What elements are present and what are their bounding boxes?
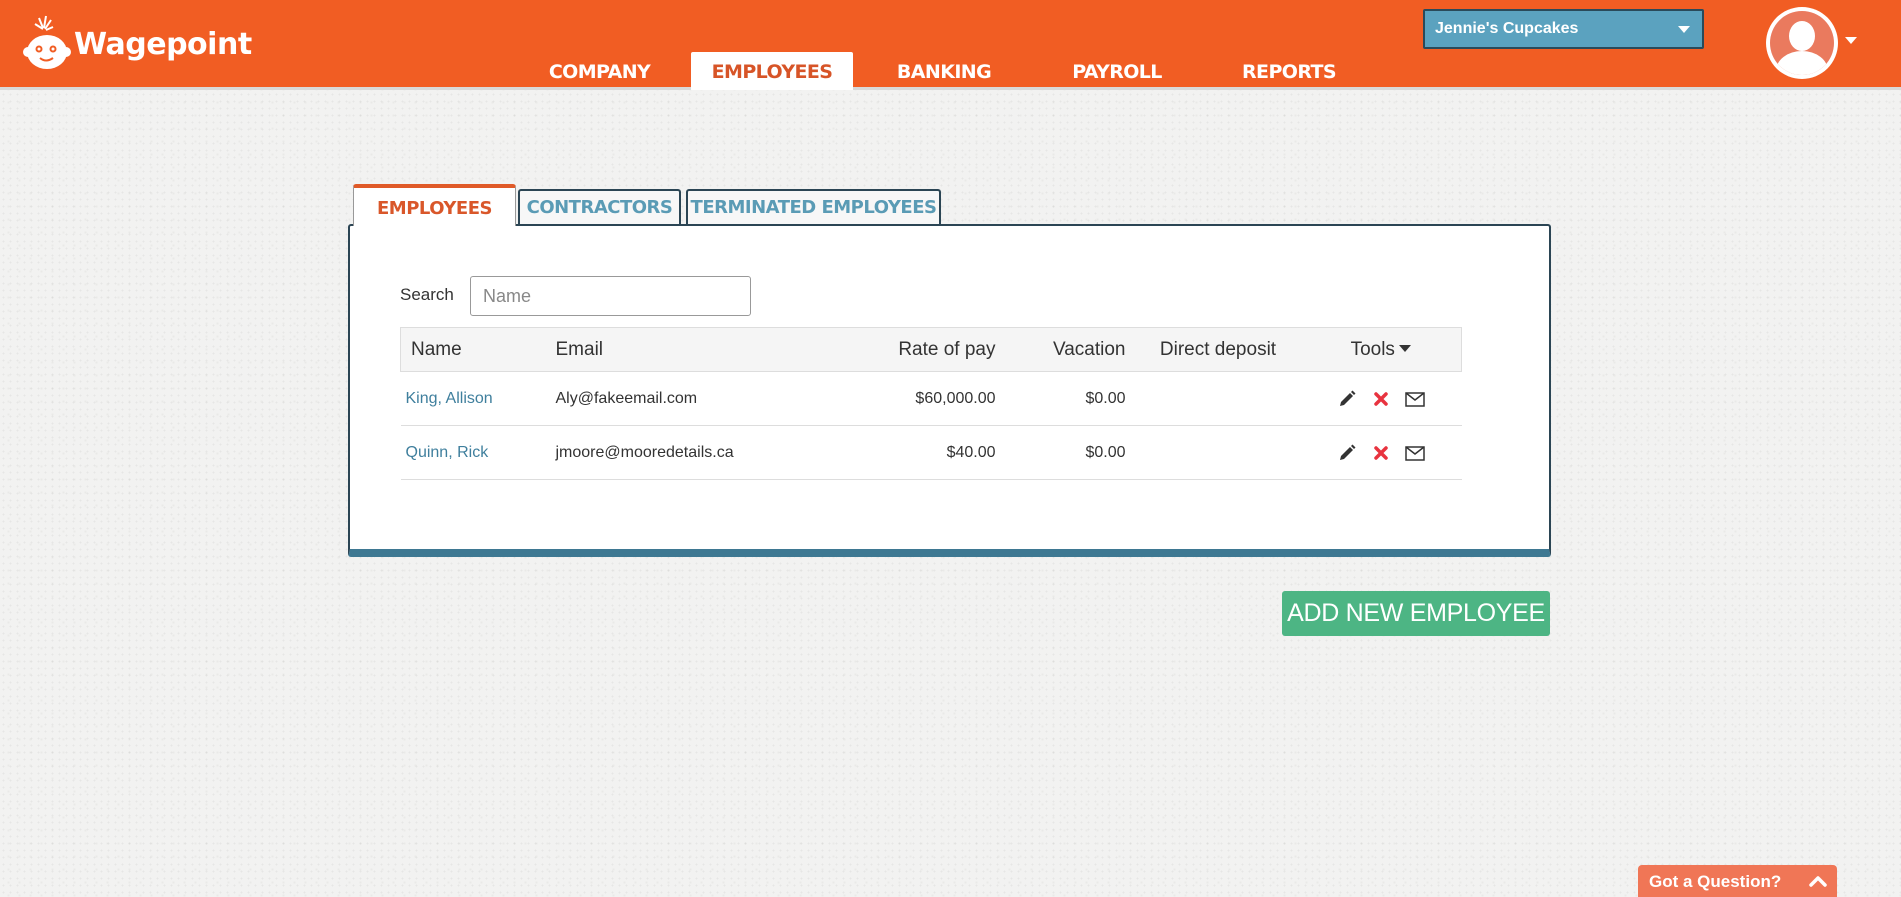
column-header-tools: Tools — [1350, 338, 1395, 360]
employees-panel: Search Name Email Rate of pay Vacation D… — [348, 224, 1551, 557]
logo-mascot-icon — [22, 14, 72, 70]
caret-down-icon — [1398, 344, 1411, 352]
table-row: Quinn, Rick jmoore@mooredetails.ca $40.0… — [400, 425, 1462, 480]
help-widget[interactable]: Got a Question? — [1638, 865, 1837, 897]
nav-banking[interactable]: BANKING — [878, 52, 1010, 90]
company-selector-value: Jennie's Cupcakes — [1435, 20, 1579, 37]
table-header-row: Name Email Rate of pay Vacation Direct d… — [400, 327, 1462, 372]
user-avatar[interactable] — [1766, 7, 1838, 79]
table-row: King, Allison Aly@fakeemail.com $60,000.… — [400, 371, 1462, 426]
nav-payroll[interactable]: PAYROLL — [1058, 52, 1176, 90]
user-menu-caret-icon[interactable] — [1845, 37, 1857, 44]
brand-name: Wagepoint — [74, 27, 252, 62]
column-header-vacation[interactable]: Vacation — [1005, 327, 1136, 372]
tools-menu[interactable]: Tools — [1300, 327, 1462, 372]
search-label: Search — [400, 285, 454, 304]
user-placeholder-icon — [1770, 11, 1834, 75]
top-navigation-bar: Wagepoint COMPANY EMPLOYEES BANKING PAYR… — [0, 0, 1901, 90]
add-new-employee-button[interactable]: ADD NEW EMPLOYEE — [1282, 591, 1550, 636]
pencil-icon[interactable] — [1336, 443, 1358, 463]
column-header-name[interactable]: Name — [400, 327, 546, 372]
chevron-up-icon — [1809, 876, 1827, 887]
employee-name-link[interactable]: King, Allison — [406, 390, 493, 407]
employees-table: Name Email Rate of pay Vacation Direct d… — [400, 327, 1462, 480]
employee-email: Aly@fakeemail.com — [545, 371, 846, 426]
employee-name-link[interactable]: Quinn, Rick — [406, 444, 489, 461]
delete-x-icon[interactable] — [1370, 443, 1392, 463]
employee-direct-deposit — [1135, 371, 1301, 426]
employee-direct-deposit — [1135, 425, 1301, 480]
employee-rate: $60,000.00 — [845, 371, 1006, 426]
employee-rate: $40.00 — [845, 425, 1006, 480]
search-input[interactable] — [470, 276, 751, 316]
column-header-rate[interactable]: Rate of pay — [845, 327, 1006, 372]
help-widget-label: Got a Question? — [1649, 872, 1782, 891]
column-header-email[interactable]: Email — [545, 327, 846, 372]
tab-employees[interactable]: EMPLOYEES — [353, 184, 516, 226]
envelope-icon[interactable] — [1404, 443, 1426, 463]
delete-x-icon[interactable] — [1370, 389, 1392, 409]
column-header-direct-deposit[interactable]: Direct deposit — [1135, 327, 1301, 372]
employee-vacation: $0.00 — [1005, 425, 1136, 480]
chevron-down-icon — [1678, 26, 1690, 33]
tab-contractors[interactable]: CONTRACTORS — [518, 189, 681, 225]
nav-reports[interactable]: REPORTS — [1228, 52, 1350, 90]
pencil-icon[interactable] — [1336, 389, 1358, 409]
nav-company[interactable]: COMPANY — [528, 52, 671, 90]
wagepoint-logo[interactable]: Wagepoint — [22, 10, 252, 70]
employee-email: jmoore@mooredetails.ca — [545, 425, 846, 480]
employee-vacation: $0.00 — [1005, 371, 1136, 426]
tab-terminated-employees[interactable]: TERMINATED EMPLOYEES — [686, 189, 941, 225]
company-selector[interactable]: Jennie's Cupcakes — [1423, 9, 1704, 49]
nav-employees[interactable]: EMPLOYEES — [691, 52, 853, 90]
envelope-icon[interactable] — [1404, 389, 1426, 409]
